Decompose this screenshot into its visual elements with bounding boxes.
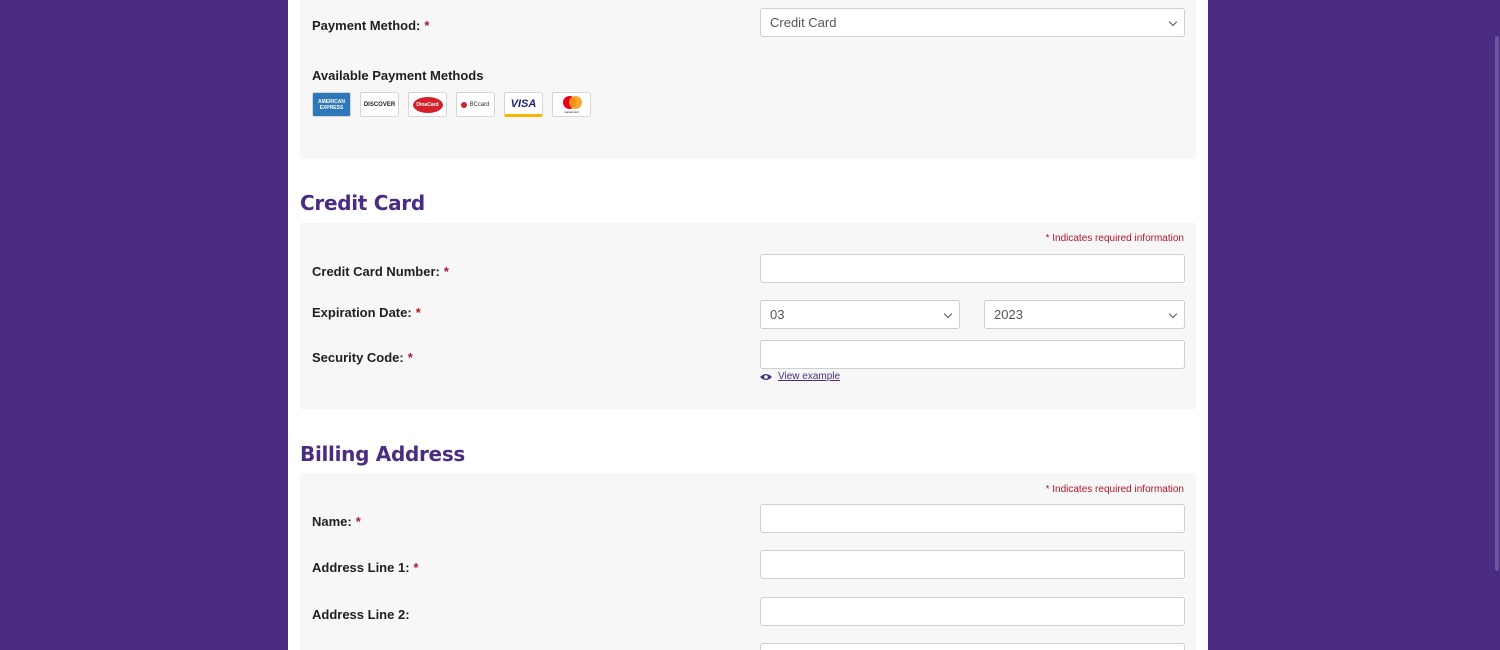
checkout-page: Payment Method: * Credit Card Available P…: [288, 0, 1208, 650]
required-mark: *: [413, 560, 419, 575]
required-mark: *: [407, 350, 413, 365]
address-line-1-input[interactable]: [760, 550, 1185, 579]
amex-logo-icon: AMERICAN EXPRESS: [312, 92, 351, 117]
credit-card-number-input[interactable]: [760, 254, 1185, 283]
required-mark: *: [443, 264, 449, 279]
required-mark: *: [424, 18, 430, 33]
visa-logo-icon: VISA: [504, 92, 543, 117]
payment-method-select[interactable]: Credit Card: [760, 8, 1185, 37]
mastercard-logo-icon: mastercard: [552, 92, 591, 117]
billing-address-section-title: Billing Address: [300, 442, 466, 466]
address-line-1-label: Address Line 1: *: [312, 560, 419, 575]
scrollbar-thumb[interactable]: [1495, 36, 1499, 571]
chevron-down-icon: [943, 309, 953, 319]
security-code-label: Security Code: *: [312, 350, 413, 365]
expiration-year-select[interactable]: 2023: [984, 300, 1185, 329]
billing-address-panel: * Indicates required information Name: * …: [300, 473, 1196, 650]
view-example-link[interactable]: View example: [778, 371, 840, 382]
expiration-month-select[interactable]: 03: [760, 300, 960, 329]
address-line-2-input[interactable]: [760, 597, 1185, 626]
address-line-2-label: Address Line 2:: [312, 607, 410, 622]
chevron-down-icon: [1168, 309, 1178, 319]
card-logos: AMERICAN EXPRESS DISCOVER DinaCard BCcar…: [312, 92, 591, 117]
expiration-date-label: Expiration Date: *: [312, 305, 421, 320]
required-mark: *: [355, 514, 361, 529]
next-field-input[interactable]: [760, 643, 1185, 650]
required-info-note: * Indicates required information: [1045, 484, 1184, 495]
name-input[interactable]: [760, 504, 1185, 533]
discover-logo-icon: DISCOVER: [360, 92, 399, 117]
dinacard-logo-icon: DinaCard: [408, 92, 447, 117]
eye-icon: [760, 373, 772, 380]
payment-method-panel: Payment Method: * Credit Card Available P…: [300, 0, 1196, 159]
scrollbar[interactable]: [1494, 0, 1500, 650]
name-label: Name: *: [312, 514, 361, 529]
security-code-input[interactable]: [760, 340, 1185, 369]
credit-card-section-title: Credit Card: [300, 191, 425, 215]
payment-method-label: Payment Method: *: [312, 18, 430, 33]
required-info-note: * Indicates required information: [1045, 233, 1184, 244]
chevron-down-icon: [1168, 17, 1178, 27]
available-payment-methods-title: Available Payment Methods: [312, 68, 484, 83]
credit-card-panel: * Indicates required information Credit …: [300, 223, 1196, 409]
credit-card-number-label: Credit Card Number: *: [312, 264, 449, 279]
required-mark: *: [415, 305, 421, 320]
bccard-logo-icon: BCcard: [456, 92, 495, 117]
view-example-row: View example: [760, 371, 840, 382]
